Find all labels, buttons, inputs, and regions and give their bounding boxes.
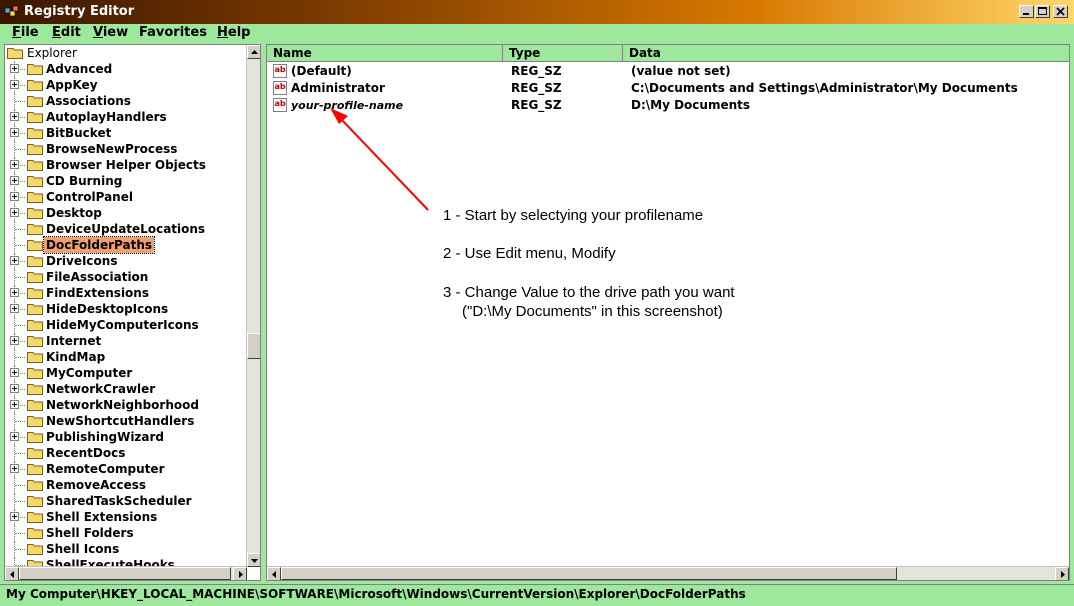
status-path: My Computer\HKEY_LOCAL_MACHINE\SOFTWARE\… [6,587,746,601]
annotation-arrow-head-icon [330,108,348,124]
annotation-step-3: 3 - Change Value to the drive path you w… [443,284,735,301]
annotation-step-1: 1 - Start by selectying your profilename [443,207,704,224]
status-bar: My Computer\HKEY_LOCAL_MACHINE\SOFTWARE\… [0,584,1074,604]
annotation-arrow-line [339,117,429,211]
annotation-step-3-detail: ("D:\My Documents" in this screenshot) [462,303,723,320]
annotation-step-2: 2 - Use Edit menu, Modify [443,245,616,262]
